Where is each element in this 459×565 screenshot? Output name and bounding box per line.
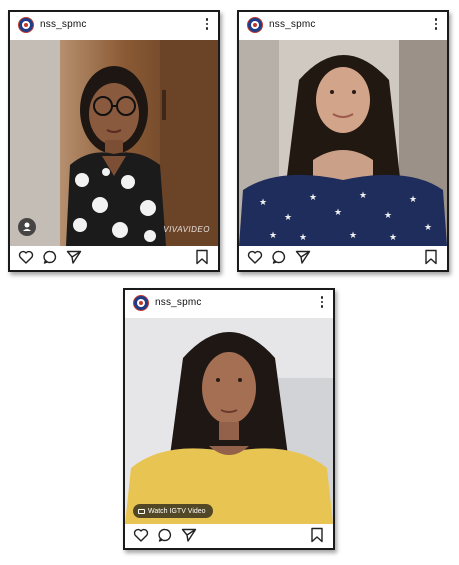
- svg-text:★: ★: [299, 233, 307, 243]
- post-username[interactable]: nss_spmc: [155, 297, 202, 308]
- more-options-icon[interactable]: [433, 18, 439, 32]
- more-options-icon[interactable]: [204, 18, 210, 32]
- post-card-3: nss_spmc Watch IGTV Video: [123, 288, 335, 550]
- bookmark-icon[interactable]: [194, 249, 210, 265]
- igtv-icon: [138, 508, 145, 514]
- post-header: nss_spmc: [10, 12, 218, 40]
- post-username[interactable]: nss_spmc: [40, 19, 87, 30]
- video-frame-woman-star-top: ★ ★ ★ ★ ★ ★ ★ ★ ★ ★ ★ ★: [239, 40, 447, 246]
- post-action-bar: [125, 522, 333, 548]
- post-header: nss_spmc: [239, 12, 447, 40]
- profile-avatar[interactable]: [247, 17, 263, 33]
- profile-avatar[interactable]: [133, 295, 149, 311]
- post-card-2: nss_spmc ★ ★ ★ ★ ★ ★ ★ ★ ★ ★ ★ ★: [237, 10, 449, 272]
- svg-text:★: ★: [384, 211, 392, 221]
- post-video[interactable]: Watch IGTV Video: [125, 318, 333, 524]
- bookmark-icon[interactable]: [309, 527, 325, 543]
- heart-icon[interactable]: [133, 527, 149, 543]
- share-icon[interactable]: [295, 249, 311, 265]
- svg-text:★: ★: [409, 195, 417, 205]
- user-tag-icon[interactable]: [18, 218, 36, 236]
- post-card-1: nss_spmc VIVAVIDEO: [8, 10, 220, 272]
- igtv-label: Watch IGTV Video: [148, 507, 206, 515]
- post-video[interactable]: ★ ★ ★ ★ ★ ★ ★ ★ ★ ★ ★ ★: [239, 40, 447, 246]
- post-header: nss_spmc: [125, 290, 333, 318]
- svg-text:★: ★: [284, 213, 292, 223]
- more-options-icon[interactable]: [319, 296, 325, 310]
- svg-text:★: ★: [334, 208, 342, 218]
- share-icon[interactable]: [66, 249, 82, 265]
- comment-icon[interactable]: [271, 249, 287, 265]
- video-frame-woman-yellow-top: [125, 318, 333, 524]
- comment-icon[interactable]: [157, 527, 173, 543]
- svg-text:★: ★: [359, 191, 367, 201]
- heart-icon[interactable]: [247, 249, 263, 265]
- svg-text:★: ★: [424, 223, 432, 233]
- profile-avatar[interactable]: [18, 17, 34, 33]
- video-frame-woman-glasses: [10, 40, 218, 246]
- svg-text:★: ★: [269, 231, 277, 241]
- video-watermark: VIVAVIDEO: [163, 225, 210, 234]
- watch-igtv-button[interactable]: Watch IGTV Video: [133, 504, 213, 518]
- svg-text:★: ★: [389, 233, 397, 243]
- comment-icon[interactable]: [42, 249, 58, 265]
- post-action-bar: [239, 244, 447, 270]
- bookmark-icon[interactable]: [423, 249, 439, 265]
- svg-text:★: ★: [259, 198, 267, 208]
- heart-icon[interactable]: [18, 249, 34, 265]
- share-icon[interactable]: [181, 527, 197, 543]
- post-username[interactable]: nss_spmc: [269, 19, 316, 30]
- post-video[interactable]: VIVAVIDEO: [10, 40, 218, 246]
- post-action-bar: [10, 244, 218, 270]
- svg-text:★: ★: [349, 231, 357, 241]
- svg-text:★: ★: [309, 193, 317, 203]
